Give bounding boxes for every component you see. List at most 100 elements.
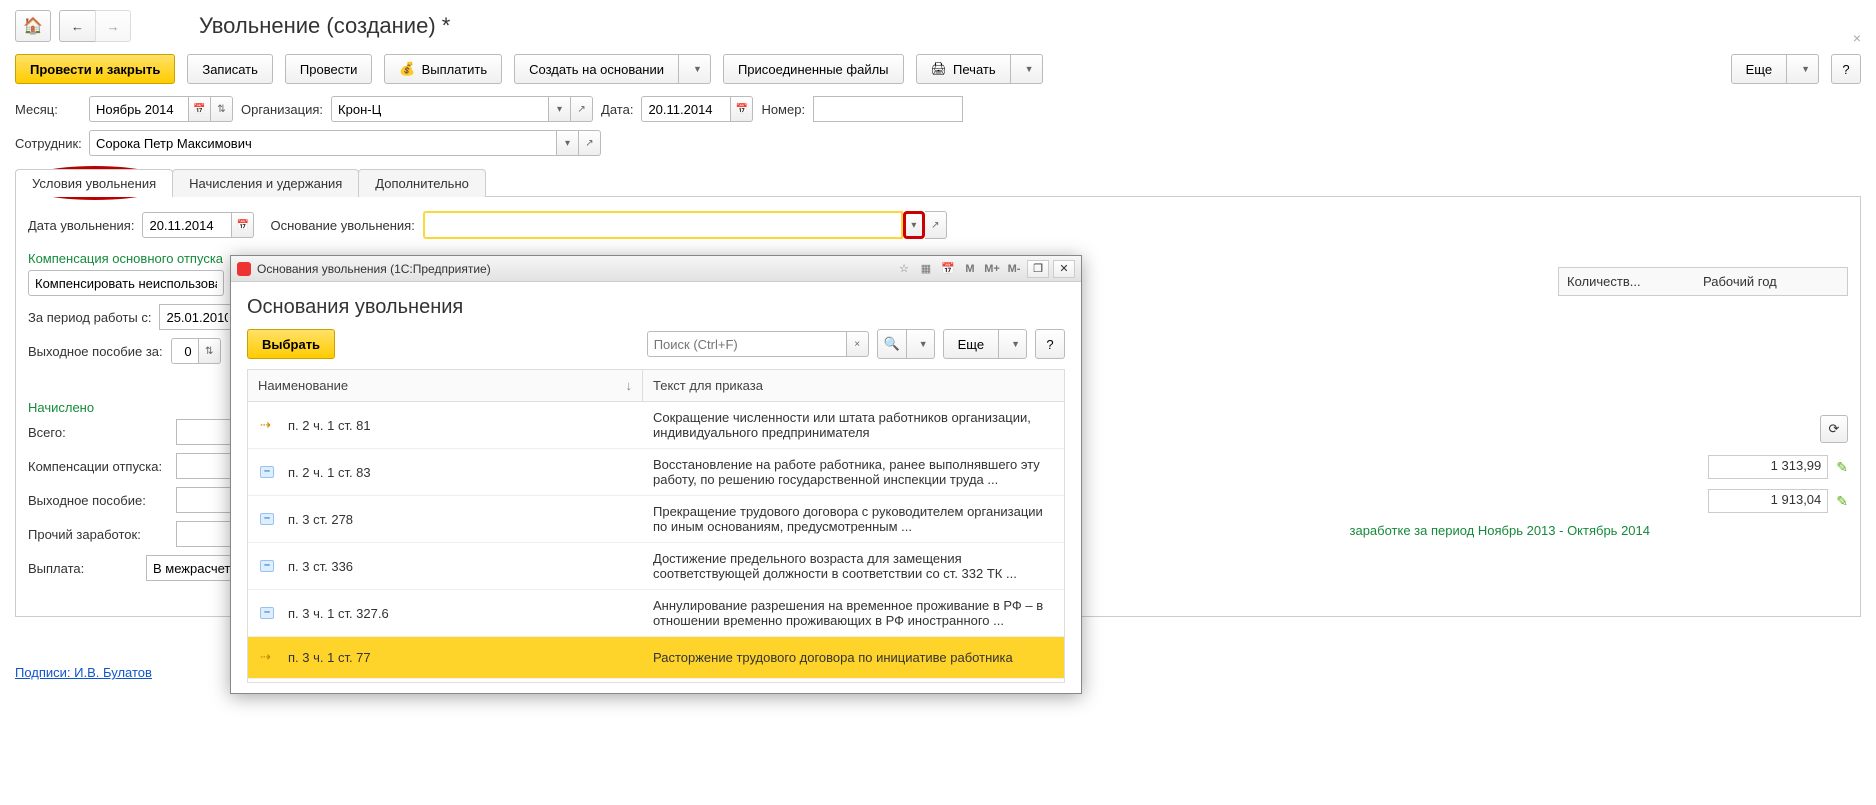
severance-stepper-icon[interactable]: ⇅ xyxy=(199,338,221,364)
pencil-icon[interactable]: ✎ xyxy=(1836,459,1848,476)
row-name: п. 2 ч. 1 ст. 83 xyxy=(288,465,371,480)
more-button[interactable]: Еще xyxy=(1731,54,1787,84)
attached-files-button[interactable]: Присоединенные файлы xyxy=(723,54,904,84)
employee-input[interactable] xyxy=(89,130,557,156)
write-button[interactable]: Записать xyxy=(187,54,273,84)
popup-window: Основания увольнения (1С:Предприятие) ☆ … xyxy=(230,255,1082,694)
employee-dropdown-icon[interactable]: ▾ xyxy=(557,130,579,156)
tb-icon-mplus[interactable]: M+ xyxy=(983,260,1001,278)
other-label: Прочий заработок: xyxy=(28,527,168,542)
org-label: Организация: xyxy=(241,102,323,117)
date-input[interactable] xyxy=(641,96,731,122)
row-text: Достижение предельного возраста для заме… xyxy=(643,543,1064,589)
tb-icon-2[interactable]: ▦ xyxy=(917,260,935,278)
col-text-header[interactable]: Текст для приказа xyxy=(643,370,1064,401)
grid-row[interactable]: п. 3 ст. 278 Прекращение трудового догово… xyxy=(248,496,1064,543)
popup-more-dropdown[interactable]: ▼ xyxy=(999,329,1027,359)
close-icon[interactable]: × xyxy=(1853,30,1861,46)
reload-button[interactable]: ⟳ xyxy=(1820,415,1848,443)
tab-conditions[interactable]: Условия увольнения xyxy=(15,169,173,197)
dismissal-date-input[interactable] xyxy=(142,212,232,238)
row-text: Прекращение трудового договора с руковод… xyxy=(643,496,1064,542)
tab-accruals[interactable]: Начисления и удержания xyxy=(172,169,359,197)
grid-row[interactable]: п. 2 ч. 1 ст. 83 Восстановление на работе… xyxy=(248,449,1064,496)
post-and-close-button[interactable]: Провести и закрыть xyxy=(15,54,175,84)
help-button[interactable]: ? xyxy=(1831,54,1861,84)
total-input[interactable] xyxy=(176,419,236,445)
month-stepper-icon[interactable]: ⇅ xyxy=(211,96,233,122)
employee-open-icon[interactable]: ↗ xyxy=(579,130,601,156)
payout-label: Выплата: xyxy=(28,561,138,576)
date-calendar-icon[interactable]: 📅 xyxy=(731,96,753,122)
search-input[interactable] xyxy=(647,331,847,357)
compensation-action-input[interactable] xyxy=(28,270,224,296)
print-dropdown[interactable]: ▼ xyxy=(1011,54,1043,84)
grid-row[interactable]: п. 3 ч. 1 ст. 81Несоответствие работника… xyxy=(248,679,1064,682)
value-1: 1 313,99 xyxy=(1708,455,1828,479)
grid-row[interactable]: п. 3 ч. 1 ст. 77Расторжение трудового до… xyxy=(248,637,1064,679)
grid-row[interactable]: п. 3 ст. 336Достижение предельного возра… xyxy=(248,543,1064,590)
grid-row[interactable]: п. 2 ч. 1 ст. 81 Сокращение численности и… xyxy=(248,402,1064,449)
create-on-basis-dropdown[interactable]: ▼ xyxy=(679,54,711,84)
reason-open-icon[interactable]: ↗ xyxy=(925,211,947,239)
dismissal-date-calendar-icon[interactable]: 📅 xyxy=(232,212,254,238)
post-button[interactable]: Провести xyxy=(285,54,373,84)
window-restore-button[interactable]: ❐ xyxy=(1027,260,1049,278)
reason-input[interactable] xyxy=(423,211,903,239)
search-dropdown[interactable]: ▼ xyxy=(907,329,935,359)
print-button[interactable]: 🖨Печать xyxy=(916,54,1011,84)
other-input[interactable] xyxy=(176,521,236,547)
month-label: Месяц: xyxy=(15,102,81,117)
row-text: Восстановление на работе работника, ране… xyxy=(643,449,1064,495)
number-label: Номер: xyxy=(761,102,805,117)
comp-input[interactable] xyxy=(176,453,236,479)
pencil-icon[interactable]: ✎ xyxy=(1836,493,1848,510)
pay-button[interactable]: 💰Выплатить xyxy=(384,54,502,84)
row-name: п. 3 ст. 278 xyxy=(288,512,353,527)
org-dropdown-icon[interactable]: ▾ xyxy=(549,96,571,122)
severance-label: Выходное пособие за: xyxy=(28,344,163,359)
payout-input[interactable] xyxy=(146,555,240,581)
tab-additional[interactable]: Дополнительно xyxy=(358,169,486,197)
search-button[interactable]: 🔍 xyxy=(877,329,907,359)
month-calendar-icon[interactable]: 📅 xyxy=(189,96,211,122)
grid-row[interactable]: п. 3 ч. 1 ст. 327.6Аннулирование разреше… xyxy=(248,590,1064,637)
row-icon xyxy=(260,514,274,524)
col-name-header[interactable]: Наименование xyxy=(258,378,348,393)
total-label: Всего: xyxy=(28,425,168,440)
number-input[interactable] xyxy=(813,96,963,122)
window-close-button[interactable]: ✕ xyxy=(1053,260,1075,278)
period-hint: заработке за период Ноябрь 2013 - Октябр… xyxy=(1350,523,1651,538)
org-input[interactable] xyxy=(331,96,549,122)
month-input[interactable] xyxy=(89,96,189,122)
row-text: Сокращение численности или штата работни… xyxy=(643,402,1064,448)
row-name: п. 3 ч. 1 ст. 77 xyxy=(288,650,371,665)
severance-input[interactable] xyxy=(171,338,199,364)
org-open-icon[interactable]: ↗ xyxy=(571,96,593,122)
popup-titlebar-text: Основания увольнения (1С:Предприятие) xyxy=(257,262,491,276)
period-from-input[interactable] xyxy=(159,304,235,330)
signatures-link[interactable]: Подписи: И.В. Булатов xyxy=(15,665,152,680)
home-button[interactable]: 🏠 xyxy=(15,10,51,42)
tb-icon-1[interactable]: ☆ xyxy=(895,260,913,278)
forward-button[interactable]: → xyxy=(95,10,131,42)
row-name: п. 2 ч. 1 ст. 81 xyxy=(288,418,371,433)
sev-input[interactable] xyxy=(176,487,236,513)
reason-dropdown-icon[interactable]: ▾ xyxy=(903,211,925,239)
row-icon xyxy=(260,467,274,477)
tb-icon-3[interactable]: 📅 xyxy=(939,260,957,278)
create-on-basis-button[interactable]: Создать на основании xyxy=(514,54,679,84)
select-button[interactable]: Выбрать xyxy=(247,329,335,359)
comp-label: Компенсации отпуска: xyxy=(28,459,168,474)
printer-icon: 🖨 xyxy=(931,61,948,77)
sev-label: Выходное пособие: xyxy=(28,493,168,508)
popup-help-button[interactable]: ? xyxy=(1035,329,1065,359)
tb-icon-m[interactable]: M xyxy=(961,260,979,278)
more-dropdown[interactable]: ▼ xyxy=(1787,54,1819,84)
search-clear-icon[interactable]: × xyxy=(847,331,869,357)
results-table: Количеств... Рабочий год xyxy=(1558,267,1848,296)
back-button[interactable]: ← xyxy=(59,10,95,42)
employee-label: Сотрудник: xyxy=(15,136,81,151)
popup-more-button[interactable]: Еще xyxy=(943,329,999,359)
tb-icon-mminus[interactable]: M- xyxy=(1005,260,1023,278)
